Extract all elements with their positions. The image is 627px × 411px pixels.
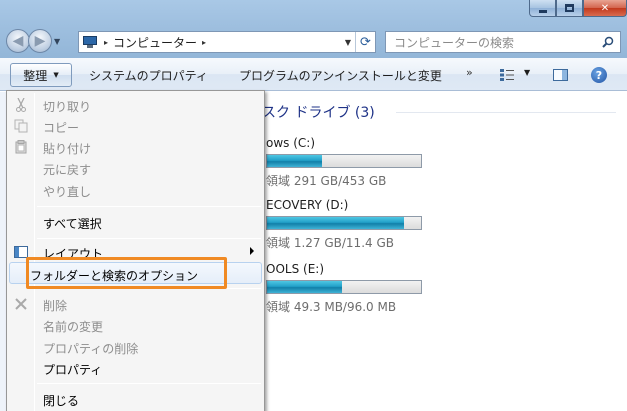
- menu-item-label: プロパティの削除: [43, 342, 139, 356]
- menu-item-label: 閉じる: [43, 394, 80, 408]
- search-box[interactable]: コンピューターの検索: [385, 31, 621, 53]
- preview-pane-icon[interactable]: [553, 69, 568, 81]
- drive-usage-fill: [267, 217, 405, 229]
- menu-item-label: 貼り付け: [43, 142, 92, 156]
- menu-item-label: 名前の変更: [43, 320, 104, 334]
- menu-item-properties[interactable]: プロパティ: [9, 357, 262, 379]
- menu-item-close[interactable]: 閉じる: [9, 388, 262, 410]
- drive-name: OOLS (E:): [266, 262, 324, 276]
- drive-usage-bar: [266, 154, 422, 168]
- menu-item-label: コピー: [43, 121, 80, 135]
- drive-d[interactable]: ECOVERY (D:) 領域 1.27 GB/11.4 GB: [266, 198, 422, 251]
- menu-item-label: 元に戻す: [43, 163, 92, 177]
- menu-item-label: プロパティ: [43, 363, 103, 377]
- drive-name: ECOVERY (D:): [266, 198, 349, 212]
- drive-free-space: 領域 1.27 GB/11.4 GB: [266, 236, 394, 250]
- menu-item-label: やり直し: [43, 185, 92, 199]
- forward-button[interactable]: ▶: [28, 29, 52, 53]
- help-icon[interactable]: ?: [591, 67, 607, 83]
- search-input[interactable]: コンピューターの検索: [394, 34, 514, 51]
- menu-item-label: すべて選択: [43, 217, 102, 231]
- refresh-button[interactable]: ⟳: [355, 32, 375, 52]
- change-view-icon[interactable]: [500, 69, 514, 81]
- breadcrumb-arrow-icon[interactable]: ▸: [104, 38, 108, 47]
- address-dropdown-icon[interactable]: ▼: [341, 32, 355, 52]
- chevron-down-icon: ▼: [53, 71, 59, 79]
- forward-arrow-icon: ▶: [34, 33, 46, 49]
- command-bar: 整理 ▼ システムのプロパティ プログラムのアンインストールと変更 » ▼ ?: [0, 58, 627, 91]
- highlight-callout-box: [26, 257, 227, 289]
- view-options-dropdown-icon[interactable]: ▼: [524, 68, 530, 77]
- submenu-arrow-icon: [250, 247, 254, 255]
- menu-separator: [37, 383, 261, 384]
- section-header-hard-disks: スク ドライブ (3): [262, 105, 375, 121]
- organize-menu: 切り取り コピー 貼り付け 元に戻す やり直し すべて選択 レイアウト フォルダ…: [6, 90, 265, 411]
- menu-item-select-all[interactable]: すべて選択: [9, 211, 262, 233]
- scissors-icon: [13, 97, 29, 113]
- menu-separator: [37, 238, 261, 239]
- minimize-button[interactable]: [529, 0, 556, 17]
- delete-x-icon: [13, 296, 29, 312]
- menu-item-rename[interactable]: 名前の変更: [9, 314, 262, 336]
- address-bar[interactable]: ▸ コンピューター ▸ ▼ ⟳: [78, 31, 376, 53]
- drive-name: ows (C:): [266, 136, 316, 150]
- organize-label: 整理: [23, 68, 48, 83]
- close-button[interactable]: ✕: [583, 0, 627, 17]
- drive-e[interactable]: OOLS (E:) 領域 49.3 MB/96.0 MB: [266, 262, 422, 315]
- breadcrumb-arrow-icon[interactable]: ▸: [202, 38, 206, 47]
- menu-item-delete[interactable]: 削除: [9, 293, 262, 315]
- navigation-buttons: ◀ ▶ ▼: [6, 29, 60, 53]
- maximize-icon: [565, 4, 574, 12]
- menu-item-copy[interactable]: コピー: [9, 115, 262, 137]
- caption-buttons: ✕: [529, 0, 627, 17]
- menu-item-cut[interactable]: 切り取り: [9, 94, 262, 116]
- window-title-area: ✕ ◀ ▶ ▼ ▸ コンピューター ▸ ▼ ⟳ コンピューターの検索: [0, 0, 627, 58]
- drive-free-space: 領域 291 GB/453 GB: [266, 174, 387, 188]
- system-properties-button[interactable]: システムのプロパティ: [89, 67, 208, 84]
- menu-item-remove-properties[interactable]: プロパティの削除: [9, 336, 262, 358]
- paste-icon: [13, 139, 29, 155]
- menu-item-label: 切り取り: [43, 100, 92, 114]
- computer-icon: [83, 36, 99, 48]
- organize-button[interactable]: 整理 ▼: [10, 63, 72, 87]
- drive-usage-bar: [266, 216, 422, 230]
- maximize-button[interactable]: [556, 0, 583, 17]
- menu-item-redo[interactable]: やり直し: [9, 179, 262, 201]
- copy-icon: [13, 118, 29, 134]
- more-commands-button[interactable]: »: [466, 66, 473, 79]
- minimize-icon: [538, 9, 547, 13]
- drive-usage-fill: [267, 155, 323, 167]
- close-icon: ✕: [600, 2, 610, 14]
- recent-pages-dropdown-icon[interactable]: ▼: [54, 37, 60, 46]
- drive-free-space: 領域 49.3 MB/96.0 MB: [266, 300, 397, 314]
- refresh-icon: ⟳: [360, 34, 371, 50]
- breadcrumb-computer[interactable]: コンピューター: [113, 34, 197, 51]
- search-icon[interactable]: [602, 36, 614, 48]
- menu-item-label: 削除: [43, 299, 68, 313]
- uninstall-programs-button[interactable]: プログラムのアンインストールと変更: [239, 67, 442, 84]
- drive-c[interactable]: ows (C:) 領域 291 GB/453 GB: [266, 136, 422, 189]
- back-button[interactable]: ◀: [6, 29, 30, 53]
- menu-separator: [37, 206, 261, 207]
- back-arrow-icon: ◀: [12, 33, 24, 49]
- drive-usage-fill: [267, 281, 343, 293]
- menu-item-paste[interactable]: 貼り付け: [9, 136, 262, 158]
- drive-usage-bar: [266, 280, 422, 294]
- menu-item-undo[interactable]: 元に戻す: [9, 157, 262, 179]
- section-divider: [396, 112, 616, 113]
